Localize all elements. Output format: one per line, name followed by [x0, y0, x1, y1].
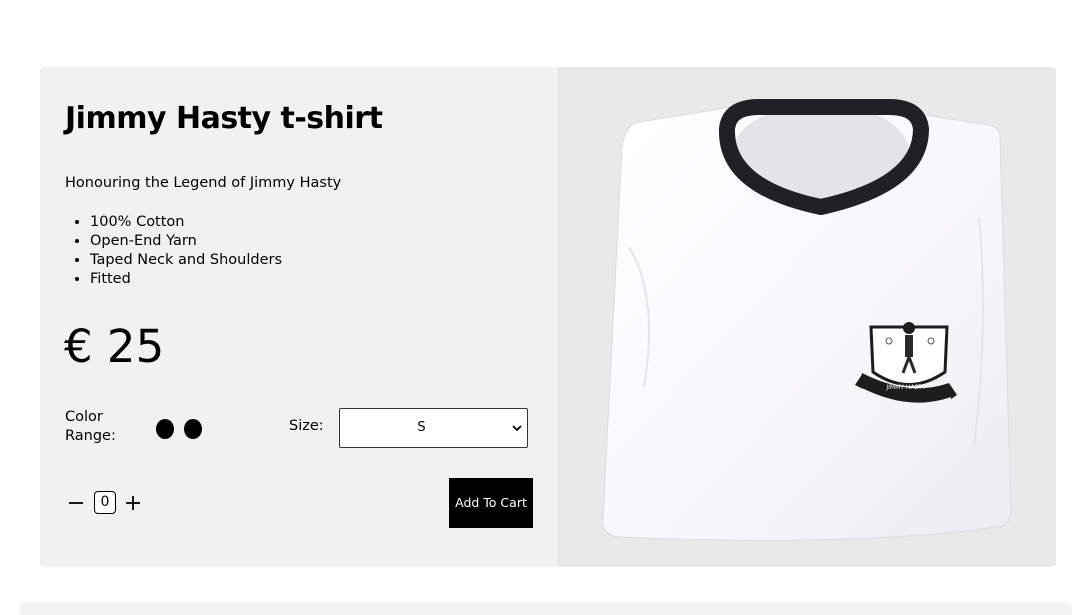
size-select-value: S: [417, 420, 426, 435]
color-range-label: Color Range:: [65, 409, 116, 444]
color-swatch-black[interactable]: [184, 419, 202, 439]
feature-item: Taped Neck and Shoulders: [90, 251, 282, 270]
feature-list: 100% Cotton Open-End Yarn Taped Neck and…: [65, 213, 282, 289]
product-image: JIMMY HASTY: [558, 67, 1056, 567]
feature-item: Fitted: [90, 270, 282, 289]
product-details: Jimmy Hasty t-shirt Honouring the Legend…: [40, 67, 558, 567]
product-price: € 25: [64, 320, 165, 373]
chevron-down-icon: [512, 425, 522, 432]
product-title: Jimmy Hasty t-shirt: [65, 101, 383, 136]
color-swatch-black[interactable]: [156, 419, 174, 439]
plus-icon[interactable]: [122, 492, 144, 514]
feature-item: Open-End Yarn: [90, 232, 282, 251]
crest-text: JIMMY HASTY: [885, 384, 926, 391]
product-card: Jimmy Hasty t-shirt Honouring the Legend…: [40, 67, 1056, 567]
minus-icon[interactable]: [65, 492, 87, 514]
product-subtitle: Honouring the Legend of Jimmy Hasty: [65, 175, 342, 191]
feature-item: 100% Cotton: [90, 213, 282, 232]
size-select[interactable]: S: [339, 408, 528, 448]
size-label: Size:: [289, 418, 324, 434]
add-to-cart-button[interactable]: Add To Cart: [449, 478, 533, 528]
tshirt-image: JIMMY HASTY: [602, 99, 1012, 541]
quantity-input[interactable]: 0: [94, 491, 116, 514]
bottom-section: [20, 602, 1072, 615]
